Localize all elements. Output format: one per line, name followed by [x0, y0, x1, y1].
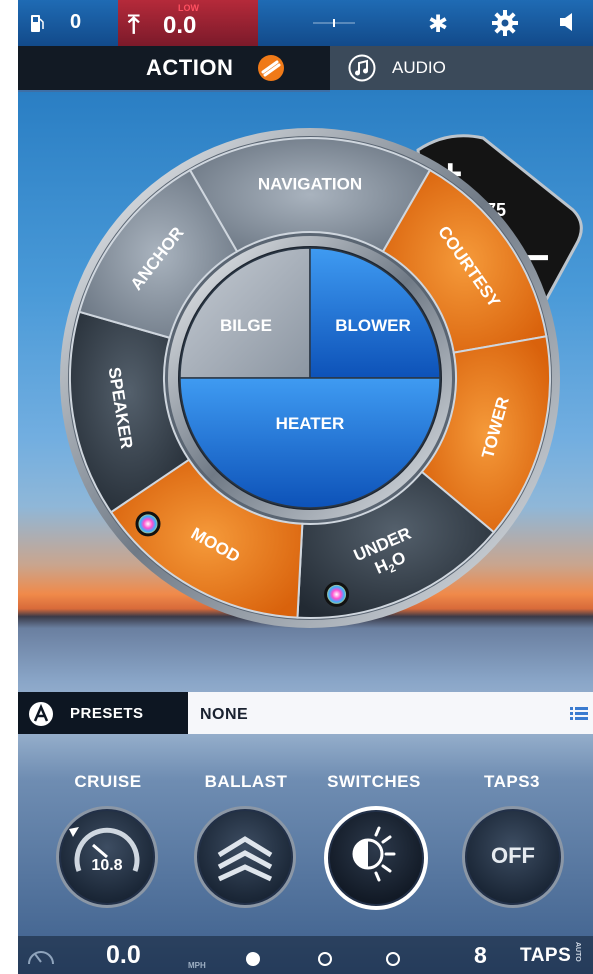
- cruise-button[interactable]: 10.8: [56, 806, 158, 908]
- switches-label: SWITCHES: [327, 772, 421, 791]
- presets-bar[interactable]: PRESETS NONE: [18, 692, 593, 734]
- presets-value: NONE: [200, 706, 249, 723]
- switch-dial: NAVIGATIONCOURTESYTOWERUNDERH2OMOODSPEAK…: [60, 128, 560, 628]
- heater-label: HEATER: [276, 414, 345, 433]
- page-dot-active[interactable]: [246, 952, 260, 966]
- page-dot[interactable]: [386, 952, 400, 966]
- list-icon[interactable]: [570, 707, 588, 720]
- navigation-label: NAVIGATION: [258, 174, 362, 193]
- light-switch-icon: [352, 826, 396, 882]
- ballast-button[interactable]: [194, 806, 296, 908]
- speed-value: 0.0: [106, 941, 141, 969]
- speed-unit: MPH: [188, 961, 206, 970]
- presets-label: PRESETS: [70, 705, 144, 722]
- presets-logo-icon: [29, 702, 53, 726]
- blower-label: BLOWER: [335, 316, 411, 335]
- taps-auto-label: AUTO: [574, 942, 581, 962]
- taps-footer-label[interactable]: TAPS: [520, 945, 571, 967]
- color-picker-icon[interactable]: [135, 511, 161, 537]
- cruise-speed-value: 10.8: [91, 857, 123, 874]
- page-dot[interactable]: [318, 952, 332, 966]
- footer-bar: 0.0 MPH 8 TAPS AUTO: [18, 936, 593, 974]
- presets-button[interactable]: PRESETS: [18, 692, 188, 734]
- taps3-button[interactable]: OFF: [462, 806, 564, 908]
- taps-count: 8: [474, 942, 487, 968]
- speedometer-icon: [28, 951, 54, 965]
- ballast-label: BALLAST: [204, 772, 288, 791]
- switches-button[interactable]: [324, 806, 428, 910]
- inner-buttons: BILGE BLOWER HEATER: [179, 247, 441, 509]
- app-screen: 0 ⤒ LOW 0.0 ✱ ACTION AUDIO 75 − NAVIGATI…: [18, 0, 593, 974]
- taps-label: TAPS3: [483, 772, 541, 791]
- bilge-label: BILGE: [220, 316, 272, 335]
- taps3-state: OFF: [491, 843, 535, 868]
- ballast-chevrons-icon: [217, 836, 273, 882]
- color-picker-icon[interactable]: [324, 581, 350, 607]
- cruise-label: CRUISE: [74, 772, 142, 791]
